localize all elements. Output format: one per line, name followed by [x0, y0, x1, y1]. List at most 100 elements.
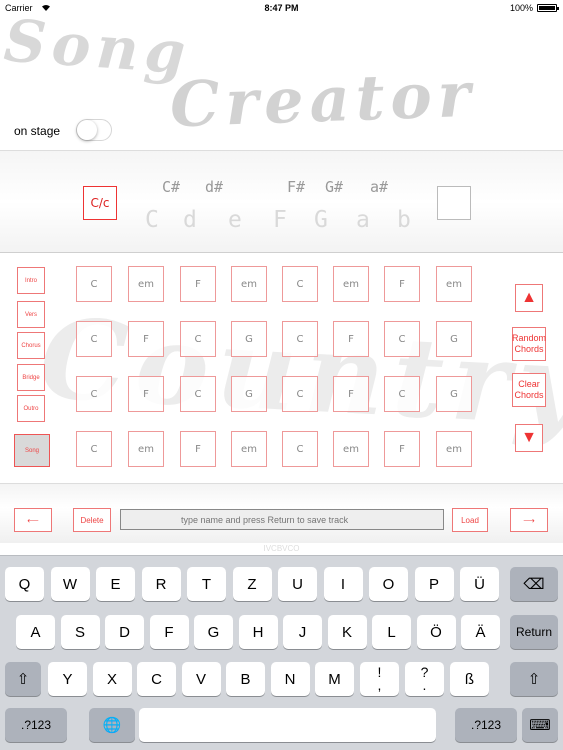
key-x[interactable]: X	[92, 662, 132, 696]
key-a-sharp[interactable]: a#	[370, 178, 388, 196]
chord-cell[interactable]: F	[333, 376, 369, 412]
key-d-sharp[interactable]: d#	[205, 178, 223, 196]
key-c[interactable]: C	[145, 207, 159, 233]
key-j[interactable]: J	[283, 615, 322, 649]
chord-cell[interactable]: C	[282, 321, 318, 357]
random-chords-button[interactable]: Random Chords	[512, 327, 546, 361]
chord-cell[interactable]: C	[180, 321, 216, 357]
key-q[interactable]: Q	[5, 567, 44, 601]
key-t[interactable]: T	[187, 567, 226, 601]
key-g[interactable]: G	[194, 615, 233, 649]
delete-button[interactable]: Delete	[73, 508, 111, 532]
hide-keyboard-icon[interactable]: ⌨	[522, 708, 558, 742]
key-eszett[interactable]: ß	[450, 662, 489, 696]
key-k[interactable]: K	[327, 615, 367, 649]
chord-cell[interactable]: C	[282, 266, 318, 302]
chord-cell[interactable]: em	[333, 431, 369, 467]
key-f[interactable]: F	[273, 207, 287, 233]
key-c-sharp[interactable]: C#	[162, 178, 180, 196]
chord-cell[interactable]: em	[231, 431, 267, 467]
key-w[interactable]: W	[50, 567, 90, 601]
track-name-input[interactable]	[120, 509, 444, 530]
chord-cell[interactable]: G	[231, 321, 267, 357]
chord-cell[interactable]: G	[231, 376, 267, 412]
key-m[interactable]: M	[315, 662, 354, 696]
section-bridge-button[interactable]: Bridge	[17, 364, 45, 391]
chord-cell[interactable]: G	[436, 376, 472, 412]
key-s[interactable]: S	[60, 615, 100, 649]
key-ü[interactable]: Ü	[460, 567, 499, 601]
key-y[interactable]: Y	[48, 662, 87, 696]
chord-cell[interactable]: C	[282, 376, 318, 412]
key-a[interactable]: a	[356, 207, 370, 233]
key-color-button[interactable]	[437, 186, 471, 220]
key-f[interactable]: F	[149, 615, 189, 649]
chord-cell[interactable]: F	[333, 321, 369, 357]
key-b[interactable]: b	[397, 207, 411, 233]
key-g-sharp[interactable]: G#	[325, 178, 343, 196]
key-u[interactable]: U	[278, 567, 317, 601]
chord-cell[interactable]: em	[436, 266, 472, 302]
key-z[interactable]: Z	[232, 567, 272, 601]
chord-cell[interactable]: em	[333, 266, 369, 302]
chord-cell[interactable]: em	[436, 431, 472, 467]
section-chorus-button[interactable]: Chorus	[17, 332, 45, 359]
section-intro-button[interactable]: Intro	[17, 267, 45, 294]
space-key[interactable]	[139, 708, 436, 742]
triangle-down-icon[interactable]: ▼	[515, 424, 543, 452]
triangle-up-icon[interactable]: ▲	[515, 284, 543, 312]
chord-cell[interactable]: C	[76, 376, 112, 412]
chord-cell[interactable]: G	[436, 321, 472, 357]
chord-cell[interactable]: em	[128, 431, 164, 467]
chord-cell[interactable]: C	[76, 266, 112, 302]
load-button[interactable]: Load	[452, 508, 488, 532]
key-h[interactable]: H	[238, 615, 278, 649]
chord-cell[interactable]: em	[128, 266, 164, 302]
key-o[interactable]: O	[369, 567, 408, 601]
key-mode-button[interactable]: C/c	[83, 186, 117, 220]
key-e[interactable]: E	[96, 567, 135, 601]
key-r[interactable]: R	[141, 567, 181, 601]
return-key[interactable]: Return	[510, 615, 558, 649]
clear-chords-button[interactable]: Clear Chords	[512, 373, 546, 407]
chord-cell[interactable]: F	[180, 266, 216, 302]
shift-right-icon[interactable]: ⇧	[510, 662, 558, 696]
chord-cell[interactable]: C	[282, 431, 318, 467]
key-n[interactable]: N	[270, 662, 310, 696]
chord-cell[interactable]: C	[384, 321, 420, 357]
key-l[interactable]: L	[372, 615, 411, 649]
key-i[interactable]: I	[323, 567, 363, 601]
on-stage-toggle[interactable]	[76, 119, 112, 141]
chord-cell[interactable]: C	[76, 431, 112, 467]
chord-cell[interactable]: C	[76, 321, 112, 357]
key-e[interactable]: e	[228, 207, 242, 233]
chord-cell[interactable]: em	[231, 266, 267, 302]
key-v[interactable]: V	[181, 662, 221, 696]
key-d[interactable]: d	[183, 207, 197, 233]
chord-cell[interactable]: C	[384, 376, 420, 412]
chord-cell[interactable]: F	[128, 321, 164, 357]
numbers-key-right[interactable]: .?123	[455, 708, 517, 742]
numbers-key-left[interactable]: .?123	[5, 708, 67, 742]
next-arrow-icon[interactable]: ⟶	[510, 508, 548, 532]
key-a[interactable]: A	[16, 615, 55, 649]
key-exclamation-comma[interactable]: !,	[360, 662, 399, 696]
key-c[interactable]: C	[137, 662, 176, 696]
chord-cell[interactable]: F	[384, 266, 420, 302]
key-ä[interactable]: Ä	[461, 615, 500, 649]
chord-cell[interactable]: F	[128, 376, 164, 412]
key-b[interactable]: B	[226, 662, 265, 696]
key-g[interactable]: G	[314, 207, 328, 233]
key-question-period[interactable]: ?.	[405, 662, 444, 696]
globe-icon[interactable]: 🌐	[89, 708, 135, 742]
previous-arrow-icon[interactable]: ⟵	[14, 508, 52, 532]
key-p[interactable]: P	[414, 567, 454, 601]
chord-cell[interactable]: C	[180, 376, 216, 412]
key-f-sharp[interactable]: F#	[287, 178, 305, 196]
key-ö[interactable]: Ö	[416, 615, 456, 649]
backspace-icon[interactable]: ⌫	[510, 567, 558, 601]
key-d[interactable]: D	[105, 615, 144, 649]
section-song-button[interactable]: Song	[14, 434, 50, 467]
shift-left-icon[interactable]: ⇧	[5, 662, 41, 696]
section-vers-button[interactable]: Vers	[17, 301, 45, 328]
